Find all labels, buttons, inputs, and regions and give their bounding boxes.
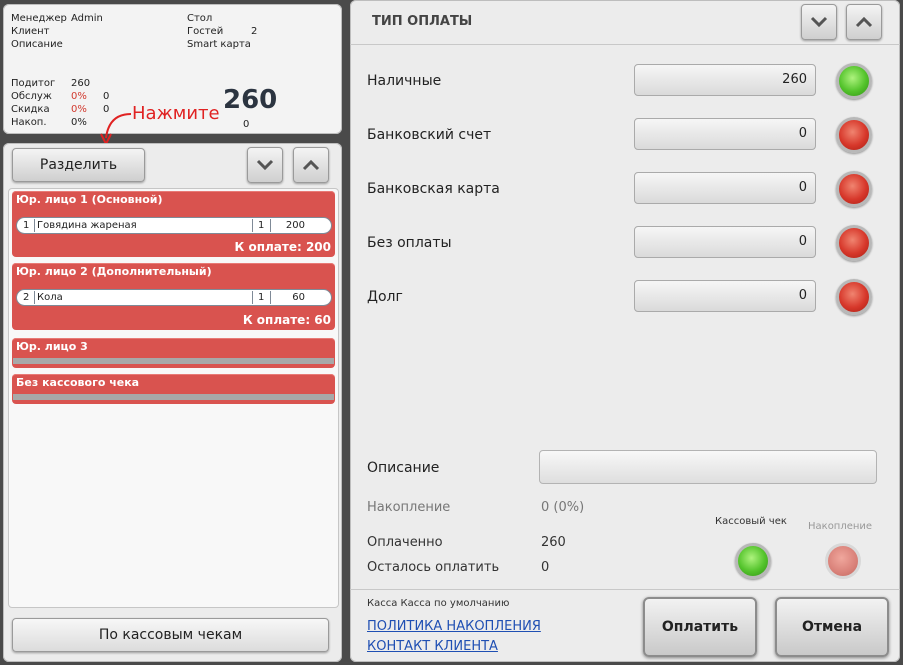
accumulation-value: 0 (0%) [541,500,585,515]
remaining-label: Осталось оплатить [367,560,500,575]
item-quantity: 1 [258,220,265,231]
scroll-down-button[interactable] [247,147,283,183]
empty-entity-bar [13,358,334,364]
accumulation-policy-link[interactable]: ПОЛИТИКА НАКОПЛЕНИЯ [367,619,541,634]
item-number: 1 [23,220,30,231]
service-label: Обслуж [11,91,52,102]
discount-label: Скидка [11,104,50,115]
receipt-label: Кассовый чек [715,516,787,527]
order-item-row[interactable]: 2 Кола 1 60 [16,289,332,306]
payment-type-title: ТИП ОПЛАТЫ [372,14,473,29]
scroll-up-button[interactable] [846,4,882,40]
manager-label: Менеджер [11,13,67,24]
legal-entity-group[interactable]: Без кассового чека [12,374,335,404]
chevron-up-icon [302,159,320,171]
scroll-up-button[interactable] [293,147,329,183]
payment-method-label: Долг [367,289,403,305]
order-item-row[interactable]: 1 Говядина жареная 1 200 [16,217,332,234]
smart-card-label: Smart карта [187,39,251,50]
payment-method-label: Наличные [367,73,442,89]
chevron-down-icon [256,159,274,171]
legal-entity-group[interactable]: Юр. лицо 2 (Дополнительный) 2 Кола 1 60 … [12,263,335,330]
item-price: 200 [285,220,305,231]
description-input[interactable] [539,450,877,484]
legal-entity-title: Юр. лицо 1 (Основной) [16,193,163,206]
legal-entity-group[interactable]: Юр. лицо 3 [12,338,335,368]
payment-amount-field[interactable]: 0 [634,172,816,204]
legal-entity-title: Юр. лицо 3 [16,340,88,353]
payment-method-label: Банковский счет [367,127,492,143]
split-panel: Разделить Юр. лицо 1 (Основной) 1 Говяди… [3,143,342,662]
empty-entity-bar [13,394,334,400]
service-value: 0 [103,91,110,102]
paid-label: Оплаченно [367,535,443,550]
discount-percent: 0% [71,104,87,115]
accumulation-label: Накопление [367,500,451,515]
payment-status-lamp[interactable] [836,279,872,315]
payment-status-lamp[interactable] [836,225,872,261]
accumulation-percent: 0% [71,117,87,128]
accumulation-label: Накоп. [11,117,47,128]
item-quantity: 1 [258,292,265,303]
manager-value: Admin [71,13,103,24]
description-label: Описание [367,460,440,476]
by-receipts-button[interactable]: По кассовым чекам [12,618,329,652]
remaining-value: 0 [541,560,550,575]
order-total: 260 [223,85,278,115]
payment-amount-field[interactable]: 0 [634,280,816,312]
table-label: Стол [187,13,213,24]
chevron-down-icon [810,16,828,28]
click-hint-text: Нажмите [132,103,220,124]
guests-label: Гостей [187,26,224,37]
item-name: Говядина жареная [37,220,137,231]
payment-method-label: Банковская карта [367,181,500,197]
item-number: 2 [23,292,30,303]
payment-method-label: Без оплаты [367,235,452,251]
split-button[interactable]: Разделить [12,148,145,182]
payment-amount-field[interactable]: 0 [634,226,816,258]
cash-register-text: Касса Касса по умолчанию [367,598,510,609]
payment-header: ТИП ОПЛАТЫ [350,0,900,45]
client-label: Клиент [11,26,50,37]
description-label: Описание [11,39,63,50]
legal-entity-title: Без кассового чека [16,376,140,389]
legal-entity-title: Юр. лицо 2 (Дополнительный) [16,265,212,278]
entity-total: К оплате: 60 [242,313,331,327]
legal-entity-group[interactable]: Юр. лицо 1 (Основной) 1 Говядина жареная… [12,191,335,257]
legal-entity-list: Юр. лицо 1 (Основной) 1 Говядина жареная… [8,188,339,608]
service-percent: 0% [71,91,87,102]
subtotal-value: 260 [71,78,91,89]
item-price: 60 [292,292,305,303]
client-contact-link[interactable]: КОНТАКТ КЛИЕНТА [367,639,498,654]
paid-value: 260 [541,535,566,550]
guests-value: 2 [251,26,258,37]
scroll-down-button[interactable] [801,4,837,40]
cancel-button[interactable]: Отмена [775,597,889,657]
payment-amount-field[interactable]: 260 [634,64,816,96]
payment-status-lamp[interactable] [836,63,872,99]
accumulation-value: 0 [243,119,250,130]
pay-button[interactable]: Оплатить [643,597,757,657]
payment-type-panel: ТИП ОПЛАТЫ Наличные 260 Банковский счет … [350,0,900,662]
payment-status-lamp[interactable] [836,171,872,207]
subtotal-label: Подитог [11,78,56,89]
order-info-panel: Менеджер Admin Клиент Описание Стол Гост… [3,4,342,147]
entity-total: К оплате: 200 [234,240,331,254]
accumulation-toggle[interactable] [825,543,861,579]
chevron-up-icon [855,16,873,28]
accumulation-toggle-label: Накопление [808,521,873,532]
payment-amount-field[interactable]: 0 [634,118,816,150]
payment-status-lamp[interactable] [836,117,872,153]
item-name: Кола [37,292,63,303]
receipt-toggle[interactable] [735,543,771,579]
